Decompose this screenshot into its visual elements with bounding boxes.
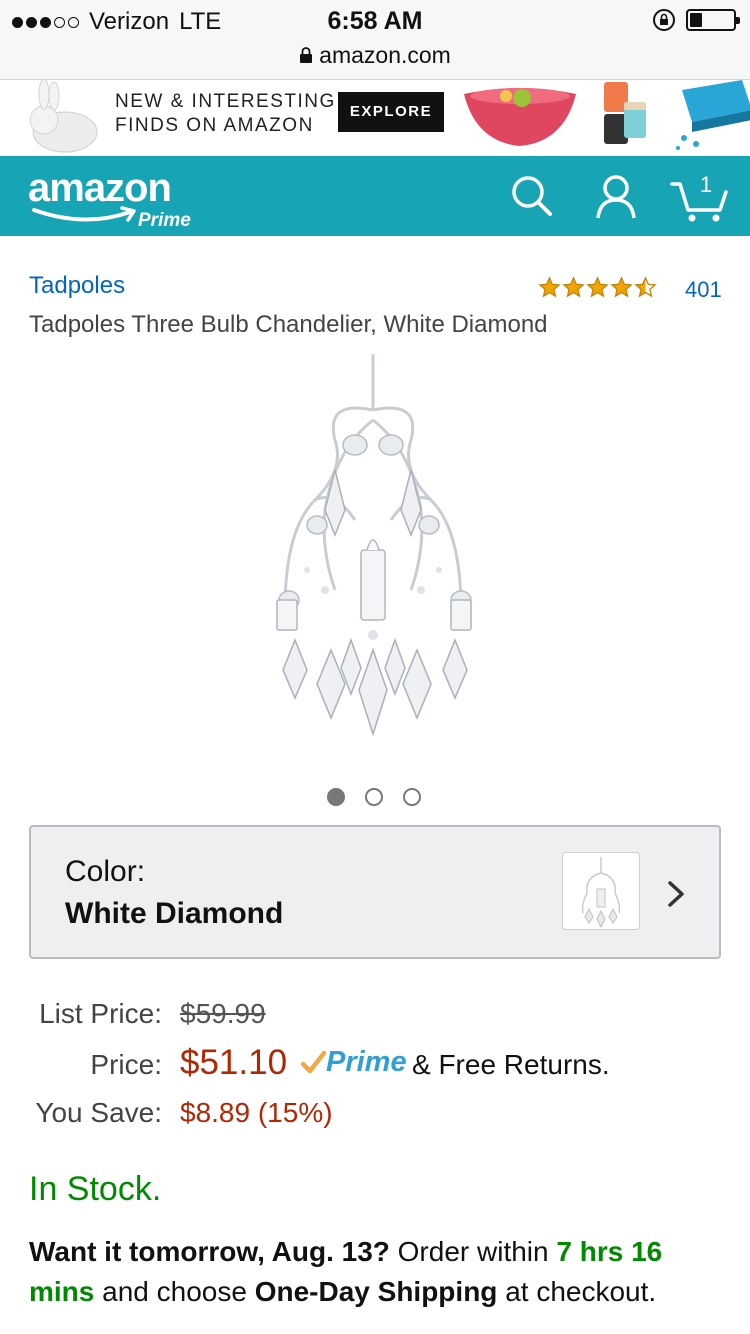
cart-icon[interactable]: 1	[670, 170, 730, 222]
pager-dot[interactable]	[403, 788, 421, 806]
review-count[interactable]: 401	[685, 277, 722, 303]
amazon-prime-logo[interactable]: amazon Prime	[28, 166, 191, 231]
color-swatch-thumbnail	[562, 852, 640, 930]
amazon-header: amazon Prime 1	[0, 156, 750, 236]
star-icon	[538, 276, 561, 298]
star-icon	[634, 276, 657, 298]
smile-arrow-icon	[32, 206, 136, 222]
star-icon	[586, 276, 609, 298]
search-icon[interactable]	[506, 170, 558, 222]
pager-dot[interactable]	[327, 788, 345, 806]
clock: 6:58 AM	[327, 7, 423, 35]
account-icon[interactable]	[590, 170, 642, 222]
you-save-value: $8.89 (15%)	[180, 1097, 333, 1128]
address-bar[interactable]: amazon.com	[0, 42, 750, 69]
chandelier-product-image[interactable]	[255, 350, 495, 750]
url-text: amazon.com	[319, 42, 451, 68]
promo-banner[interactable]: NEW & INTERESTING FINDS ON AMAZON EXPLOR…	[0, 80, 750, 156]
promo-text: NEW & INTERESTING FINDS ON AMAZON	[115, 91, 336, 136]
explore-button[interactable]: EXPLORE	[338, 92, 444, 132]
chandelier-thumbnail-image	[581, 857, 621, 929]
bowl-image	[464, 88, 576, 146]
you-save-label: You Save:	[35, 1097, 162, 1128]
battery-icon	[686, 9, 740, 31]
prime-label: Prime	[326, 1046, 407, 1078]
prime-badge: Prime	[300, 1046, 407, 1079]
lock-icon	[300, 47, 313, 63]
containers-image	[604, 82, 646, 144]
image-pager[interactable]	[327, 788, 421, 806]
shipping-option: One-Day Shipping	[254, 1276, 498, 1307]
cart-count: 1	[700, 172, 712, 197]
price-value: $51.10	[180, 1043, 288, 1082]
stock-status: In Stock.	[29, 1170, 162, 1208]
list-price-value: $59.99	[180, 998, 266, 1029]
status-bar: Verizon LTE 6:58 AM amazon.com	[0, 0, 750, 80]
chevron-right-icon	[668, 881, 684, 907]
pager-dot[interactable]	[365, 788, 383, 806]
rabbit-figurine-image	[29, 80, 98, 153]
brand-link[interactable]: Tadpoles	[29, 272, 125, 300]
delivery-message: Want it tomorrow, Aug. 13? Order within …	[29, 1236, 663, 1307]
delivery-headline: Want it tomorrow, Aug. 13?	[29, 1236, 390, 1267]
free-returns-text: & Free Returns.	[412, 1049, 610, 1080]
star-icon	[610, 276, 633, 298]
list-price-label: List Price:	[39, 998, 162, 1029]
product-title: Tadpoles Three Bulb Chandelier, White Di…	[29, 311, 548, 338]
star-icon	[562, 276, 585, 298]
star-rating[interactable]	[538, 276, 657, 299]
rotation-lock-icon	[653, 9, 675, 31]
price-label: Price:	[90, 1049, 162, 1080]
color-selector[interactable]: Color: White Diamond	[29, 825, 721, 959]
color-value: White Diamond	[65, 897, 284, 930]
puzzle-box-image	[676, 80, 750, 150]
prime-check-icon	[300, 1050, 326, 1073]
color-label: Color:	[65, 855, 146, 888]
